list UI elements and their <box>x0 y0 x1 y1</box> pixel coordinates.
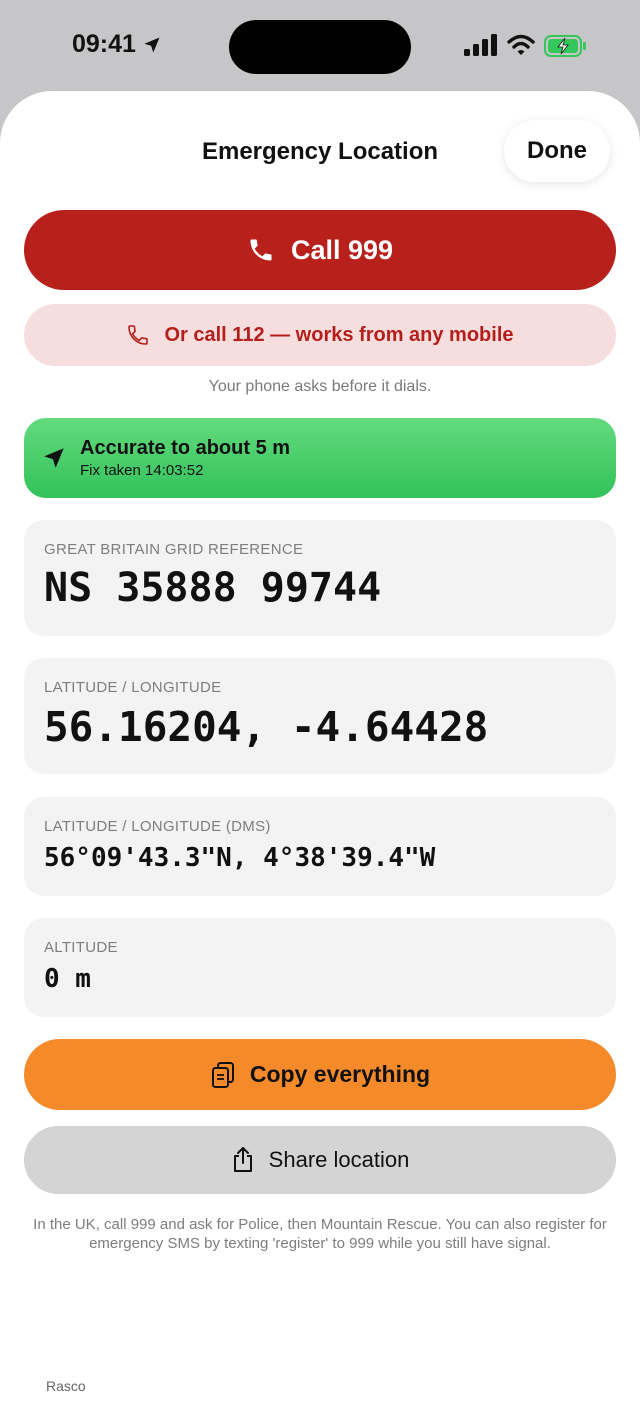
done-button[interactable]: Done <box>504 120 610 182</box>
dynamic-island <box>229 20 411 74</box>
accuracy-title: Accurate to about 5 m <box>80 437 291 459</box>
status-time: 09:41 <box>72 30 162 59</box>
altitude-label: ALTITUDE <box>44 939 118 956</box>
lat-lon-dms-label: LATITUDE / LONGITUDE (DMS) <box>44 818 271 835</box>
navigation-arrow-icon <box>41 445 67 471</box>
altitude-card[interactable]: ALTITUDE 0 m <box>24 918 616 1017</box>
background-peek-text: Rasco <box>46 1378 86 1394</box>
phone-icon <box>247 236 275 264</box>
accuracy-banner: Accurate to about 5 m Fix taken 14:03:52 <box>24 418 616 498</box>
altitude-value: 0 m <box>44 964 91 994</box>
call-999-button[interactable]: Call 999 <box>24 210 616 290</box>
call-112-label: Or call 112 — works from any mobile <box>164 323 514 346</box>
grid-reference-label: GREAT BRITAIN GRID REFERENCE <box>44 541 304 558</box>
grid-reference-value: NS 35888 99744 <box>44 565 382 611</box>
dial-note: Your phone asks before it dials. <box>208 378 432 395</box>
location-arrow-icon <box>142 35 162 55</box>
call-112-button[interactable]: Or call 112 — works from any mobile <box>24 304 616 366</box>
call-999-label: Call 999 <box>290 234 394 265</box>
wifi-icon <box>507 34 535 56</box>
lat-lon-dms-card[interactable]: LATITUDE / LONGITUDE (DMS) 56°09'43.3"N,… <box>24 797 616 896</box>
status-time-text: 09:41 <box>72 30 136 58</box>
lat-lon-value: 56.16204, -4.64428 <box>44 703 489 751</box>
copy-everything-label: Copy everything <box>249 1061 431 1087</box>
copy-icon <box>210 1061 236 1089</box>
battery-charging-icon <box>544 35 586 57</box>
grid-reference-card[interactable]: GREAT BRITAIN GRID REFERENCE NS 35888 99… <box>24 520 616 636</box>
lat-lon-card[interactable]: LATITUDE / LONGITUDE 56.16204, -4.64428 <box>24 658 616 774</box>
share-location-label: Share location <box>268 1147 410 1172</box>
share-location-button[interactable]: Share location <box>24 1126 616 1194</box>
status-bar: 09:41 <box>0 0 640 92</box>
phone-outline-icon <box>126 323 150 347</box>
cellular-signal-icon <box>464 34 498 56</box>
accuracy-fix-time: Fix taken 14:03:52 <box>80 462 204 479</box>
share-icon <box>231 1146 255 1174</box>
status-icons <box>464 34 586 57</box>
copy-everything-button[interactable]: Copy everything <box>24 1039 616 1110</box>
lat-lon-label: LATITUDE / LONGITUDE <box>44 679 222 696</box>
footer-note: In the UK, call 999 and ask for Police, … <box>33 1216 607 1252</box>
lat-lon-dms-value: 56°09'43.3"N, 4°38'39.4"W <box>44 843 436 873</box>
